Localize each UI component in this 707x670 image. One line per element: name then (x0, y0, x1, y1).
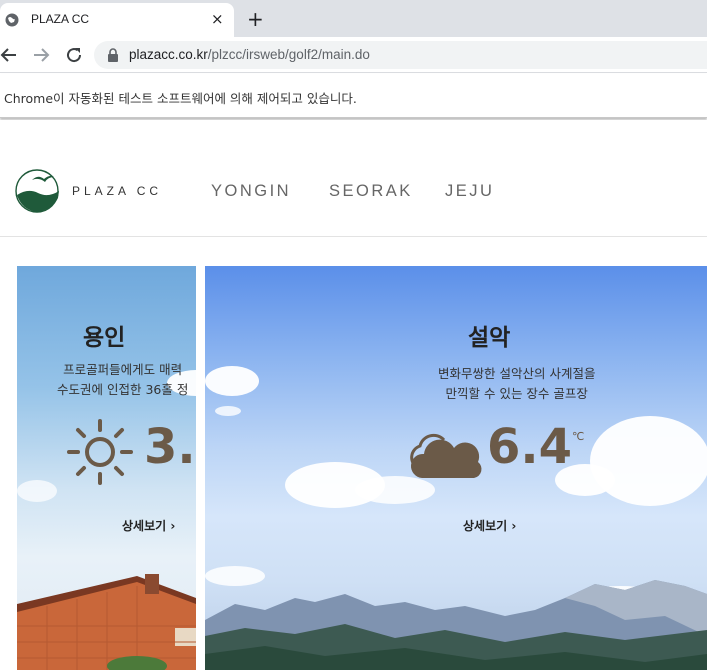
sun-icon (67, 419, 133, 485)
automation-infobar: Chrome이 자동화된 테스트 소프트웨어에 의해 제어되고 있습니다. (0, 74, 707, 118)
description-line: 변화무쌍한 설악산의 사계절을 (438, 366, 596, 381)
nav-yongin[interactable]: YONGIN (211, 182, 291, 201)
cloud-icon (410, 433, 482, 478)
cloud-decoration (590, 416, 707, 506)
nav-seorak[interactable]: SEORAK (329, 182, 413, 201)
yongin-panel[interactable]: 용인 프로골퍼들에게도 매력 수도권에 인접한 36홀 정 3. 상세보기 › (17, 266, 196, 670)
back-arrow-icon[interactable] (0, 45, 20, 65)
cloud-decoration (205, 366, 259, 396)
nav-jeju[interactable]: JEJU (445, 182, 494, 201)
panel-title: 용인 (83, 325, 126, 351)
more-details-link[interactable]: 상세보기 › (463, 517, 516, 534)
new-tab-button[interactable]: + (247, 7, 264, 31)
mountain-range-image (205, 580, 707, 670)
lock-icon[interactable] (107, 48, 119, 62)
reload-icon[interactable] (64, 45, 84, 65)
panel-description: 변화무쌍한 설악산의 사계절을 만끽할 수 있는 장수 골프장 (438, 364, 595, 404)
temperature-unit: ℃ (572, 430, 585, 443)
address-bar[interactable]: plazacc.co.kr/plzcc/irsweb/golf2/main.do (94, 41, 707, 69)
url-domain: plazacc.co.kr (129, 47, 208, 62)
panel-title: 설악 (468, 325, 511, 351)
forward-arrow-icon[interactable] (30, 45, 50, 65)
description-line: 프로골퍼들에게도 매력 (63, 362, 183, 377)
temperature-value: 6.4 (487, 419, 573, 475)
tab-strip: PLAZA CC × + (0, 0, 707, 37)
plaza-cc-logo-icon[interactable] (14, 168, 62, 214)
logo-text[interactable]: PLAZA CC (72, 184, 162, 198)
more-details-link[interactable]: 상세보기 › (122, 517, 175, 534)
browser-tab[interactable]: PLAZA CC × (0, 3, 234, 37)
description-line: 만끽할 수 있는 장수 골프장 (445, 386, 588, 401)
temperature-value: 3. (144, 419, 196, 475)
panel-description: 프로골퍼들에게도 매력 수도권에 인접한 36홀 정 (57, 360, 188, 400)
url-text: plazacc.co.kr/plzcc/irsweb/golf2/main.do (129, 47, 370, 62)
url-path: /plzcc/irsweb/golf2/main.do (207, 47, 370, 62)
cloud-decoration (355, 476, 435, 504)
clubhouse-image (17, 574, 196, 670)
cloud-decoration (17, 480, 57, 502)
globe-icon (5, 13, 19, 27)
site-header: PLAZA CC YONGIN SEORAK JEJU (0, 120, 707, 237)
browser-toolbar: plazacc.co.kr/plzcc/irsweb/golf2/main.do (0, 37, 707, 73)
cloud-decoration (215, 406, 241, 416)
tab-title: PLAZA CC (31, 12, 90, 26)
close-tab-icon[interactable]: × (211, 10, 224, 28)
description-line: 수도권에 인접한 36홀 정 (57, 382, 189, 397)
seorak-panel[interactable]: 설악 변화무쌍한 설악산의 사계절을 만끽할 수 있는 장수 골프장 6.4 ℃… (205, 266, 707, 670)
infobar-message: Chrome이 자동화된 테스트 소프트웨어에 의해 제어되고 있습니다. (4, 91, 357, 106)
